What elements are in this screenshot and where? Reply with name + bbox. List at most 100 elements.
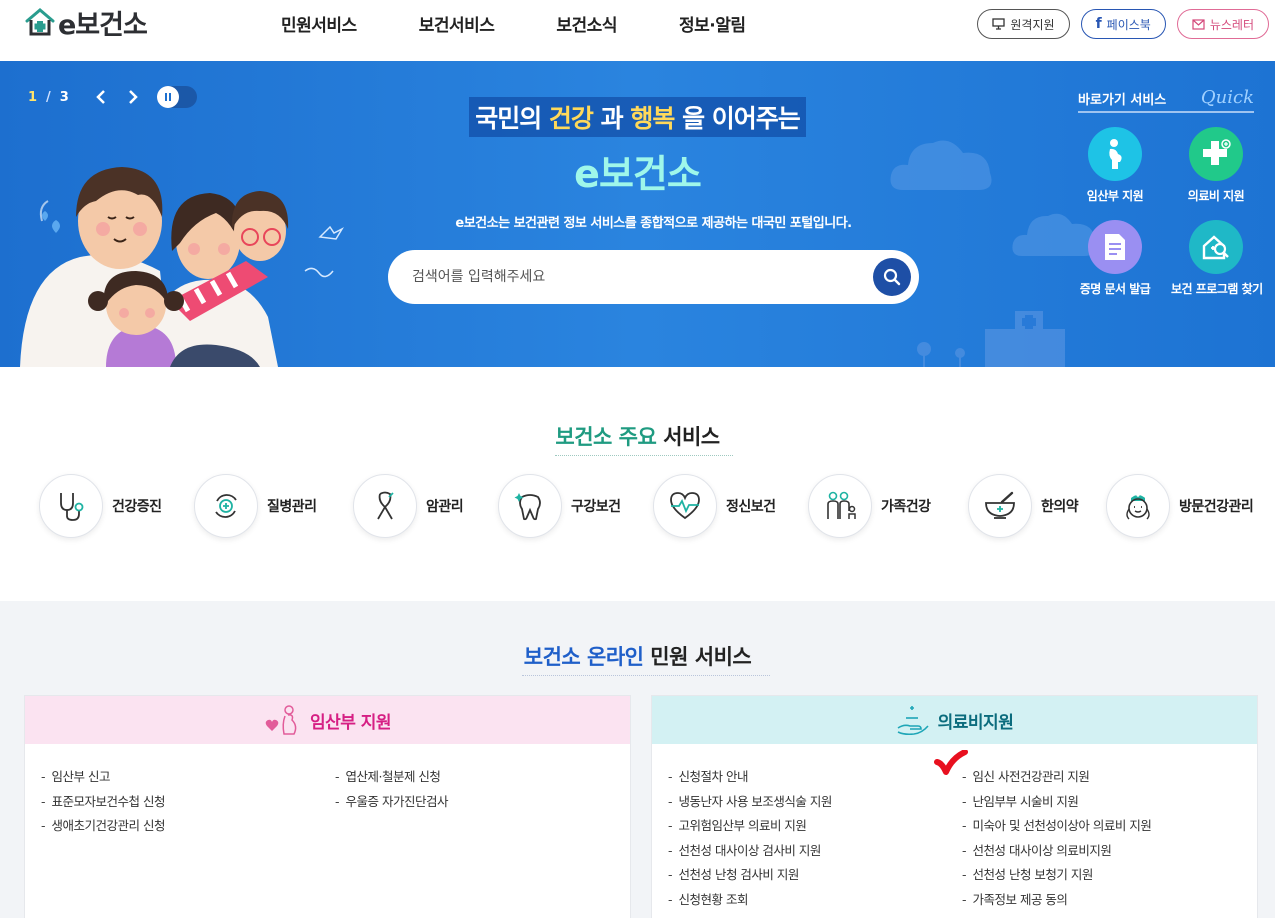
site-logo[interactable]: e보건소 (24, 6, 148, 41)
online-services-title-rest: 민원 서비스 (643, 645, 752, 669)
logo-house-icon (25, 8, 55, 36)
search-icon (883, 268, 901, 286)
service-label: 정신보건 (726, 499, 776, 515)
mortar-icon (968, 474, 1032, 538)
nav-health-news[interactable]: 보건소식 (556, 11, 617, 36)
service-label: 가족건강 (881, 499, 931, 515)
hero-title-part: 국민의 (475, 104, 549, 133)
service-mental-health[interactable]: 정신보건 (653, 474, 776, 538)
service-korean-medicine[interactable]: 한의약 (968, 474, 1079, 538)
nav-civil-service[interactable]: 민원서비스 (281, 11, 357, 36)
hero-title-part: 을 이어주는 (674, 104, 801, 133)
service-oral-health[interactable]: 구강보건 (498, 474, 621, 538)
medical-link[interactable]: 신청절차 안내 (668, 766, 832, 791)
pregnancy-link[interactable]: 우울증 자가진단검사 (335, 791, 448, 816)
service-label: 구강보건 (571, 499, 621, 515)
pregnancy-support-card-header: 임산부 지원 (25, 696, 630, 744)
pregnancy-link[interactable]: 엽산제·철분제 신청 (335, 766, 448, 791)
pregnancy-links-col1: 임산부 신고 표준모자보건수첩 신청 생애초기건강관리 신청 (41, 766, 165, 840)
service-health-promotion[interactable]: 건강증진 (39, 474, 162, 538)
pregnant-woman-icon (264, 704, 302, 736)
document-icon (1088, 220, 1142, 274)
medical-link[interactable]: 냉동난자 사용 보조생식술 지원 (668, 791, 832, 816)
service-label: 건강증진 (112, 499, 162, 515)
medical-link[interactable]: 난임부부 시술비 지원 (962, 791, 1151, 816)
monitor-icon (992, 18, 1006, 30)
online-civil-services-section: 보건소 온라인 민원 서비스 임산부 지원 임산부 신고 표준모자보건수첩 신청… (0, 601, 1275, 918)
medical-link[interactable]: 고위험임산부 의료비 지원 (668, 815, 832, 840)
quick-link-program-search[interactable]: 보건 프로그램 찾기 (1171, 220, 1263, 297)
medical-link[interactable]: 선천성 난청 검사비 지원 (668, 864, 832, 889)
pregnancy-link[interactable]: 생애초기건강관리 신청 (41, 815, 165, 840)
ribbon-icon (353, 474, 417, 538)
service-label: 암관리 (426, 499, 464, 515)
pregnancy-support-card-title: 임산부 지원 (309, 712, 392, 733)
quick-links-script: Quick (1200, 87, 1254, 108)
remote-support-label: 원격지원 (1010, 17, 1055, 32)
pregnancy-support-card: 임산부 지원 임산부 신고 표준모자보건수첩 신청 생애초기건강관리 신청 엽산… (24, 695, 631, 918)
service-home-visit-care[interactable]: 방문건강관리 (1106, 474, 1254, 538)
newsletter-button[interactable]: 뉴스레터 (1176, 9, 1269, 39)
quick-links-title: 바로가기 서비스 (1078, 93, 1167, 108)
hero-headline-line1: 국민의 건강 과 행복 을 이어주는 (469, 97, 806, 137)
main-services-title-accent: 보건소 주요 (555, 425, 657, 449)
title-underline (521, 675, 770, 676)
title-underline (554, 455, 733, 456)
stethoscope-icon (39, 474, 103, 538)
facebook-button[interactable]: f 페이스북 (1080, 9, 1166, 39)
search-button[interactable] (873, 258, 911, 296)
main-nav: 민원서비스 보건서비스 보건소식 정보·알림 (250, 0, 777, 46)
medical-cost-support-card: 의료비지원 신청절차 안내 냉동난자 사용 보조생식술 지원 고위험임산부 의료… (651, 695, 1258, 918)
service-disease-control[interactable]: 질병관리 (194, 474, 317, 538)
main-services-title-rest: 서비스 (656, 425, 720, 449)
quick-link-certificate-label: 증명 문서 발급 (1079, 282, 1151, 296)
medical-link[interactable]: 선천성 난청 보청기 지원 (962, 864, 1151, 889)
heart-pulse-icon (653, 474, 717, 538)
medical-link[interactable]: 선천성 대사이상 의료비지원 (962, 840, 1151, 865)
service-family-health[interactable]: 가족건강 (808, 474, 931, 538)
main-services-title: 보건소 주요 서비스 (0, 421, 1275, 456)
utility-links: 원격지원 f 페이스북 뉴스레터 (977, 9, 1269, 39)
site-header: e보건소 민원서비스 보건서비스 보건소식 정보·알림 원격지원 f 페이스북 … (0, 0, 1275, 61)
medical-link[interactable]: 신청현황 조회 (668, 889, 832, 914)
quick-link-pregnancy-label: 임산부 지원 (1086, 189, 1144, 203)
service-cancer-care[interactable]: 암관리 (353, 474, 464, 538)
service-label: 한의약 (1041, 499, 1079, 515)
medical-links-col2: 임신 사전건강관리 지원 난임부부 시술비 지원 미숙아 및 선천성이상아 의료… (962, 766, 1151, 913)
nav-info-notice[interactable]: 정보·알림 (679, 11, 746, 36)
service-label: 질병관리 (267, 499, 317, 515)
medical-cross-icon (1189, 127, 1243, 181)
newsletter-icon (1192, 19, 1205, 30)
pregnancy-link[interactable]: 임산부 신고 (41, 766, 165, 791)
disease-cycle-icon (194, 474, 258, 538)
quick-link-certificate[interactable]: 증명 문서 발급 (1070, 220, 1160, 297)
medical-link[interactable]: 가족정보 제공 동의 (962, 889, 1151, 914)
medical-link[interactable]: 임신 사전건강관리 지원 (962, 766, 1151, 791)
hero-title-health: 건강 (548, 104, 594, 133)
pregnancy-links-col2: 엽산제·철분제 신청 우울증 자가진단검사 (335, 766, 448, 815)
medical-link[interactable]: 미숙아 및 선천성이상아 의료비 지원 (962, 815, 1151, 840)
quick-links: 바로가기 서비스 Quick 임산부 지원 의료비 지원 증명 문서 발급 보건… (1078, 87, 1263, 296)
quick-link-medical-cost[interactable]: 의료비 지원 (1171, 127, 1261, 204)
family-icon (808, 474, 872, 538)
pregnancy-link[interactable]: 표준모자보건수첩 신청 (41, 791, 165, 816)
remote-support-button[interactable]: 원격지원 (977, 9, 1070, 39)
nav-health-service[interactable]: 보건서비스 (419, 11, 495, 36)
hero-banner: 1 / 3 국민의 건강 과 행복 을 이어주는 e보건소 e보건소는 보건관련… (0, 61, 1275, 367)
search-input[interactable] (412, 250, 852, 304)
quick-link-program-search-label: 보건 프로그램 찾기 (1171, 282, 1263, 296)
medical-cost-support-card-title: 의료비지원 (937, 712, 1014, 733)
hospital-silhouette-icon (917, 311, 1065, 367)
quick-links-header: 바로가기 서비스 Quick (1078, 87, 1254, 113)
search-box (388, 250, 919, 304)
main-services-section: 보건소 주요 서비스 건강증진 질병관리 암관리 구강보건 정신보건 가족건강 … (0, 367, 1275, 601)
hand-care-icon (896, 704, 930, 736)
medical-link[interactable]: 선천성 대사이상 검사비 지원 (668, 840, 832, 865)
quick-link-pregnancy[interactable]: 임산부 지원 (1070, 127, 1160, 204)
program-search-icon (1189, 220, 1243, 274)
medical-links-col1: 신청절차 안내 냉동난자 사용 보조생식술 지원 고위험임산부 의료비 지원 선… (668, 766, 832, 913)
newsletter-label: 뉴스레터 (1209, 17, 1254, 32)
logo-text: e보건소 (58, 9, 148, 41)
quick-link-medical-cost-label: 의료비 지원 (1187, 189, 1245, 203)
online-services-title: 보건소 온라인 민원 서비스 (0, 641, 1275, 676)
